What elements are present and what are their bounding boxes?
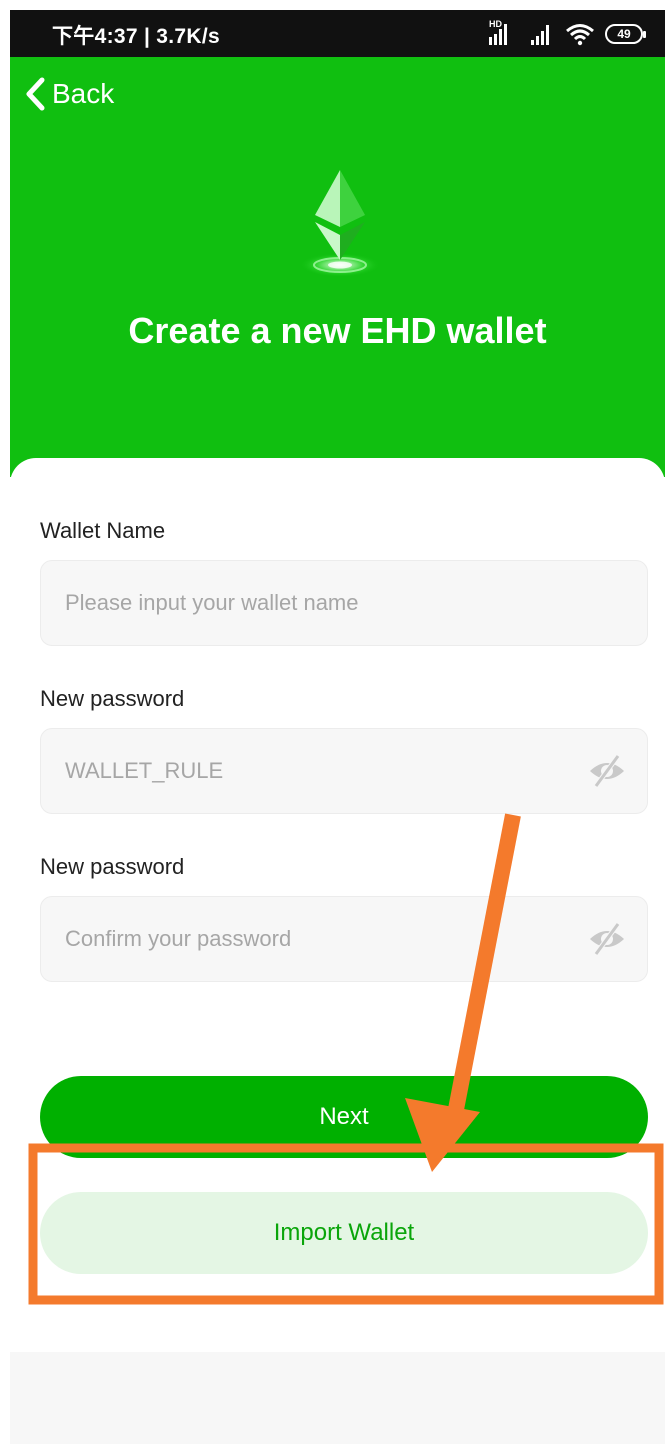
- status-bar: 下午4:37 | 3.7K/s HD 49: [10, 10, 665, 57]
- ethereum-logo-icon: [300, 170, 380, 277]
- next-button[interactable]: Next: [40, 1076, 648, 1158]
- battery-icon: 49: [605, 24, 646, 44]
- signal-icon: [529, 22, 555, 46]
- wallet-name-field[interactable]: [40, 560, 648, 646]
- import-wallet-button[interactable]: Import Wallet: [40, 1192, 648, 1274]
- back-button[interactable]: Back: [24, 77, 114, 111]
- screen: 下午4:37 | 3.7K/s HD 49 Back Create a new …: [10, 10, 665, 1444]
- wifi-icon: [565, 22, 595, 46]
- signal-hd-icon: HD: [489, 19, 519, 47]
- back-label: Back: [52, 78, 115, 109]
- status-icons: HD 49: [489, 19, 646, 49]
- wallet-name-input[interactable]: [65, 561, 565, 645]
- header: Back Create a new EHD wallet: [10, 57, 665, 477]
- eye-off-icon[interactable]: [587, 921, 627, 957]
- form-card: Wallet Name New password New password: [10, 458, 665, 1308]
- confirm-password-label: New password: [40, 854, 185, 879]
- wallet-name-label: Wallet Name: [40, 518, 166, 543]
- bottom-area: [10, 1352, 665, 1444]
- chevron-left-icon: [26, 77, 45, 111]
- page-title: Create a new EHD wallet: [128, 310, 547, 351]
- new-password-input[interactable]: [65, 729, 565, 813]
- new-password-field[interactable]: [40, 728, 648, 814]
- status-time-speed: 下午4:37 | 3.7K/s: [52, 25, 220, 48]
- confirm-password-input[interactable]: [65, 897, 565, 981]
- new-password-label: New password: [40, 686, 185, 711]
- eye-off-icon[interactable]: [587, 753, 627, 789]
- confirm-password-field[interactable]: [40, 896, 648, 982]
